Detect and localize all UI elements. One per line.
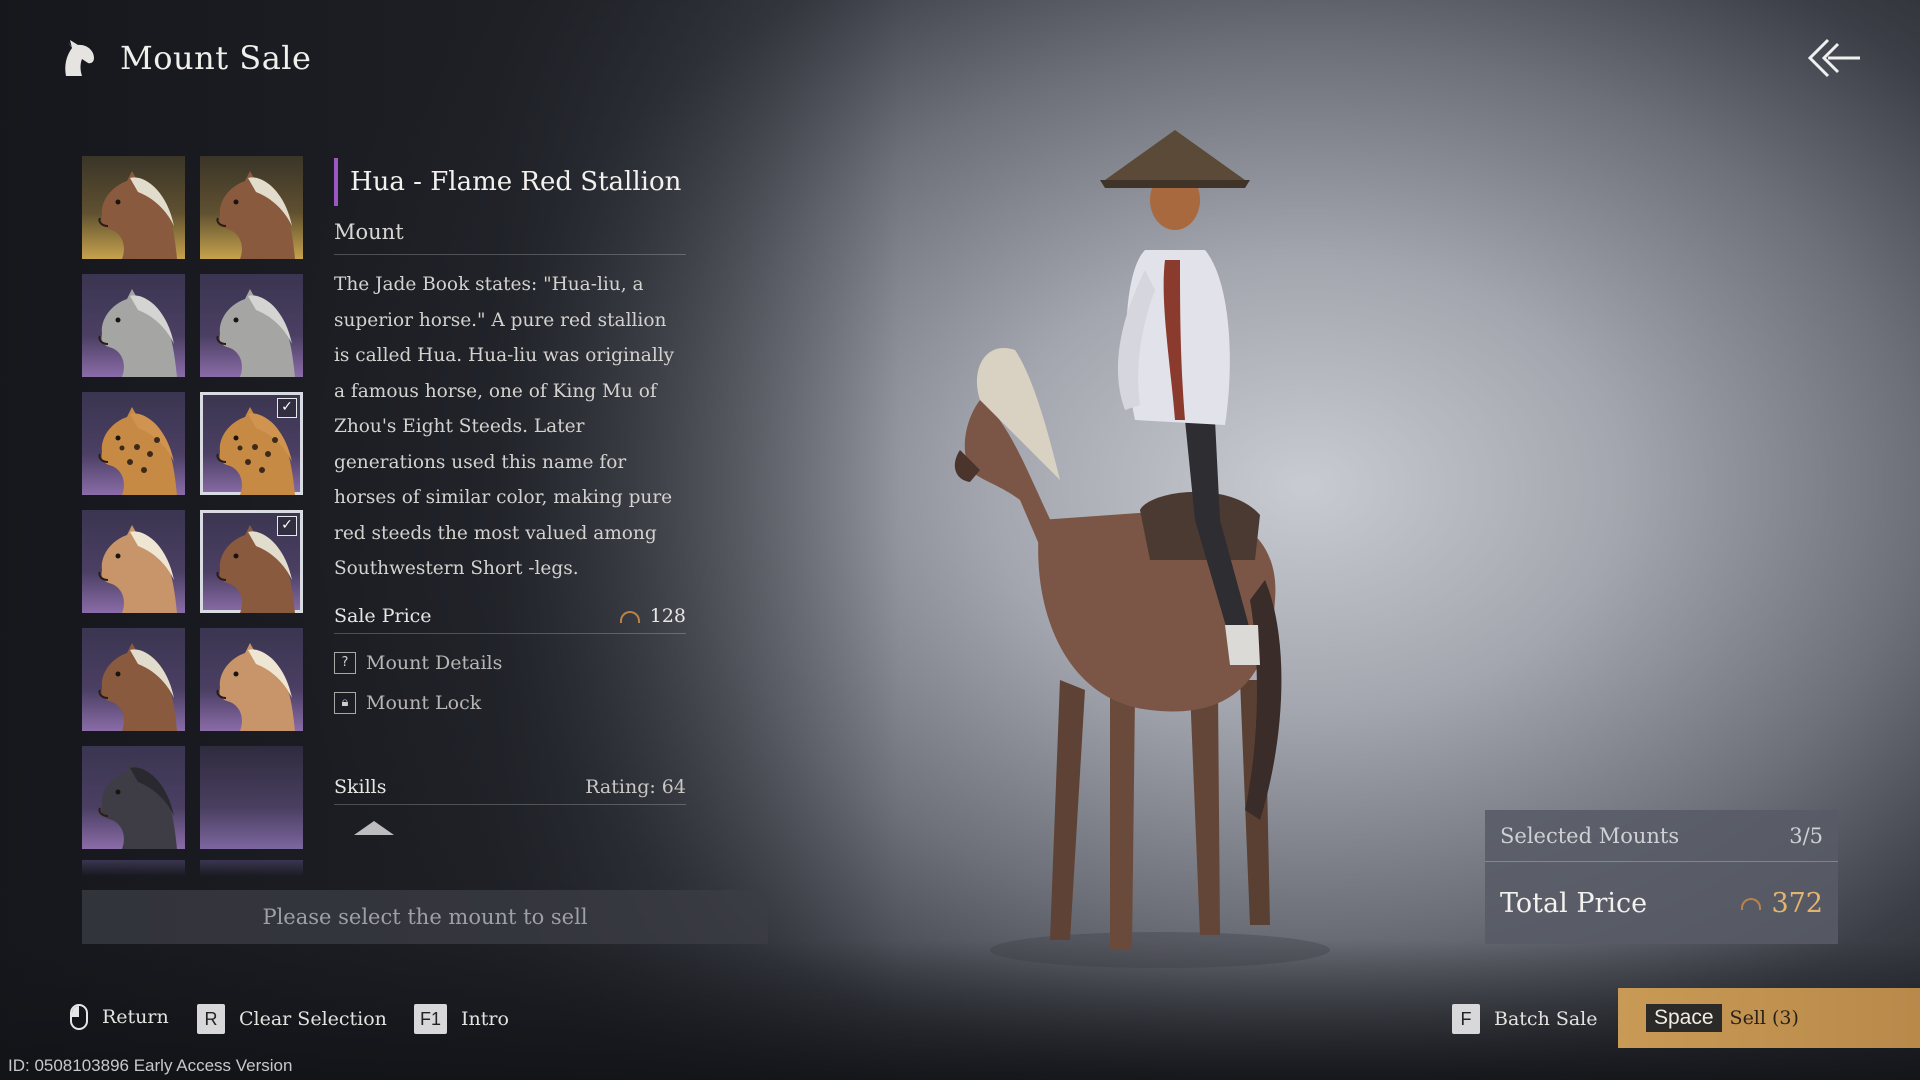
mount-slot[interactable] — [82, 628, 185, 731]
coin-icon — [1741, 898, 1762, 910]
key-f1: F1 — [414, 1004, 448, 1034]
mount-slot[interactable]: ✓ — [200, 392, 303, 495]
mount-slot[interactable] — [82, 392, 185, 495]
return-label: Return — [102, 1006, 169, 1028]
horse-portrait-icon — [98, 525, 177, 613]
back-arrow-icon[interactable] — [1806, 36, 1862, 80]
horse-head-icon — [65, 40, 94, 76]
mount-grid: ✓ ✓ — [82, 156, 306, 849]
sale-price-label: Sale Price — [334, 604, 432, 627]
horse-portrait-icon — [98, 407, 177, 495]
mount-slot[interactable] — [82, 510, 185, 613]
batch-sale-hint[interactable]: F Batch Sale — [1452, 1004, 1598, 1034]
batch-sale-label: Batch Sale — [1494, 1008, 1598, 1030]
grid-overflow-hint — [82, 860, 306, 876]
mount-details-label: Mount Details — [366, 651, 503, 674]
key-r: R — [197, 1004, 225, 1034]
key-space: Space — [1646, 1004, 1722, 1032]
mount-lock-link[interactable]: 🔒︎ Mount Lock — [334, 691, 686, 714]
sell-label: Sell (3) — [1729, 1007, 1799, 1029]
mount-slot[interactable] — [82, 156, 185, 259]
lock-icon: 🔒︎ — [334, 691, 356, 714]
mount-details-link[interactable]: ? Mount Details — [334, 651, 686, 674]
mount-type: Mount — [334, 206, 686, 255]
selected-mounts-row: Selected Mounts 3/5 — [1485, 810, 1838, 862]
mouse-icon — [70, 1004, 88, 1030]
selected-mounts-label: Selected Mounts — [1500, 823, 1680, 848]
mount-slot[interactable] — [200, 274, 303, 377]
intro-hint[interactable]: F1 Intro — [414, 1004, 509, 1034]
mount-lock-label: Mount Lock — [366, 691, 482, 714]
checkbox-checked-icon: ✓ — [277, 398, 297, 418]
header: Mount Sale — [58, 36, 311, 80]
total-price-row: Total Price 372 — [1485, 862, 1838, 944]
mount-slot[interactable] — [200, 746, 303, 849]
mount-slot[interactable] — [200, 628, 303, 731]
selection-summary: Selected Mounts 3/5 Total Price 372 — [1485, 810, 1838, 944]
checkbox-checked-icon: ✓ — [277, 516, 297, 536]
horse-portrait-icon — [98, 289, 177, 377]
sale-price-value-wrap: 128 — [619, 604, 686, 627]
rating-value: Rating: 64 — [585, 775, 686, 798]
horse-portrait-icon — [216, 289, 295, 377]
total-price-label: Total Price — [1500, 887, 1648, 919]
clear-selection-hint[interactable]: R Clear Selection — [197, 1004, 387, 1034]
skills-label: Skills — [334, 775, 387, 798]
horse-portrait-icon — [98, 643, 177, 731]
scroll-up-arrow-icon[interactable] — [354, 820, 394, 835]
sale-price-row: Sale Price 128 — [334, 605, 686, 634]
return-hint[interactable]: Return — [70, 1004, 169, 1030]
clear-selection-label: Clear Selection — [239, 1008, 387, 1030]
page-title: Mount Sale — [120, 39, 312, 77]
horse-portrait-icon — [216, 171, 295, 259]
key-f: F — [1452, 1004, 1480, 1034]
mount-slot[interactable] — [82, 274, 185, 377]
sale-price-value: 128 — [649, 604, 686, 627]
horse-portrait-icon — [98, 171, 177, 259]
selected-mounts-count: 3/5 — [1789, 823, 1823, 848]
skills-row: Skills Rating: 64 — [334, 776, 686, 805]
version-label: ID: 0508103896 Early Access Version — [8, 1056, 293, 1075]
horse-portrait-icon — [98, 761, 177, 849]
mount-slot[interactable] — [82, 746, 185, 849]
mount-slot[interactable]: ✓ — [200, 510, 303, 613]
coin-icon — [619, 610, 640, 623]
mount-detail-panel: Hua - Flame Red Stallion Mount The Jade … — [334, 158, 686, 835]
total-price-value-wrap: 372 — [1741, 888, 1823, 919]
sell-button[interactable]: Space Sell (3) — [1618, 988, 1920, 1048]
mount-slot[interactable] — [200, 156, 303, 259]
mount-description: The Jade Book states: "Hua-liu, a superi… — [334, 274, 675, 579]
mount-name-row: Hua - Flame Red Stallion — [334, 158, 686, 206]
horse-portrait-icon — [216, 643, 295, 731]
question-icon: ? — [334, 651, 356, 674]
total-price-value: 372 — [1771, 887, 1823, 919]
mount-preview-model — [954, 130, 1330, 968]
select-prompt: Please select the mount to sell — [82, 890, 768, 944]
intro-label: Intro — [461, 1008, 509, 1030]
mount-name: Hua - Flame Red Stallion — [350, 167, 682, 197]
